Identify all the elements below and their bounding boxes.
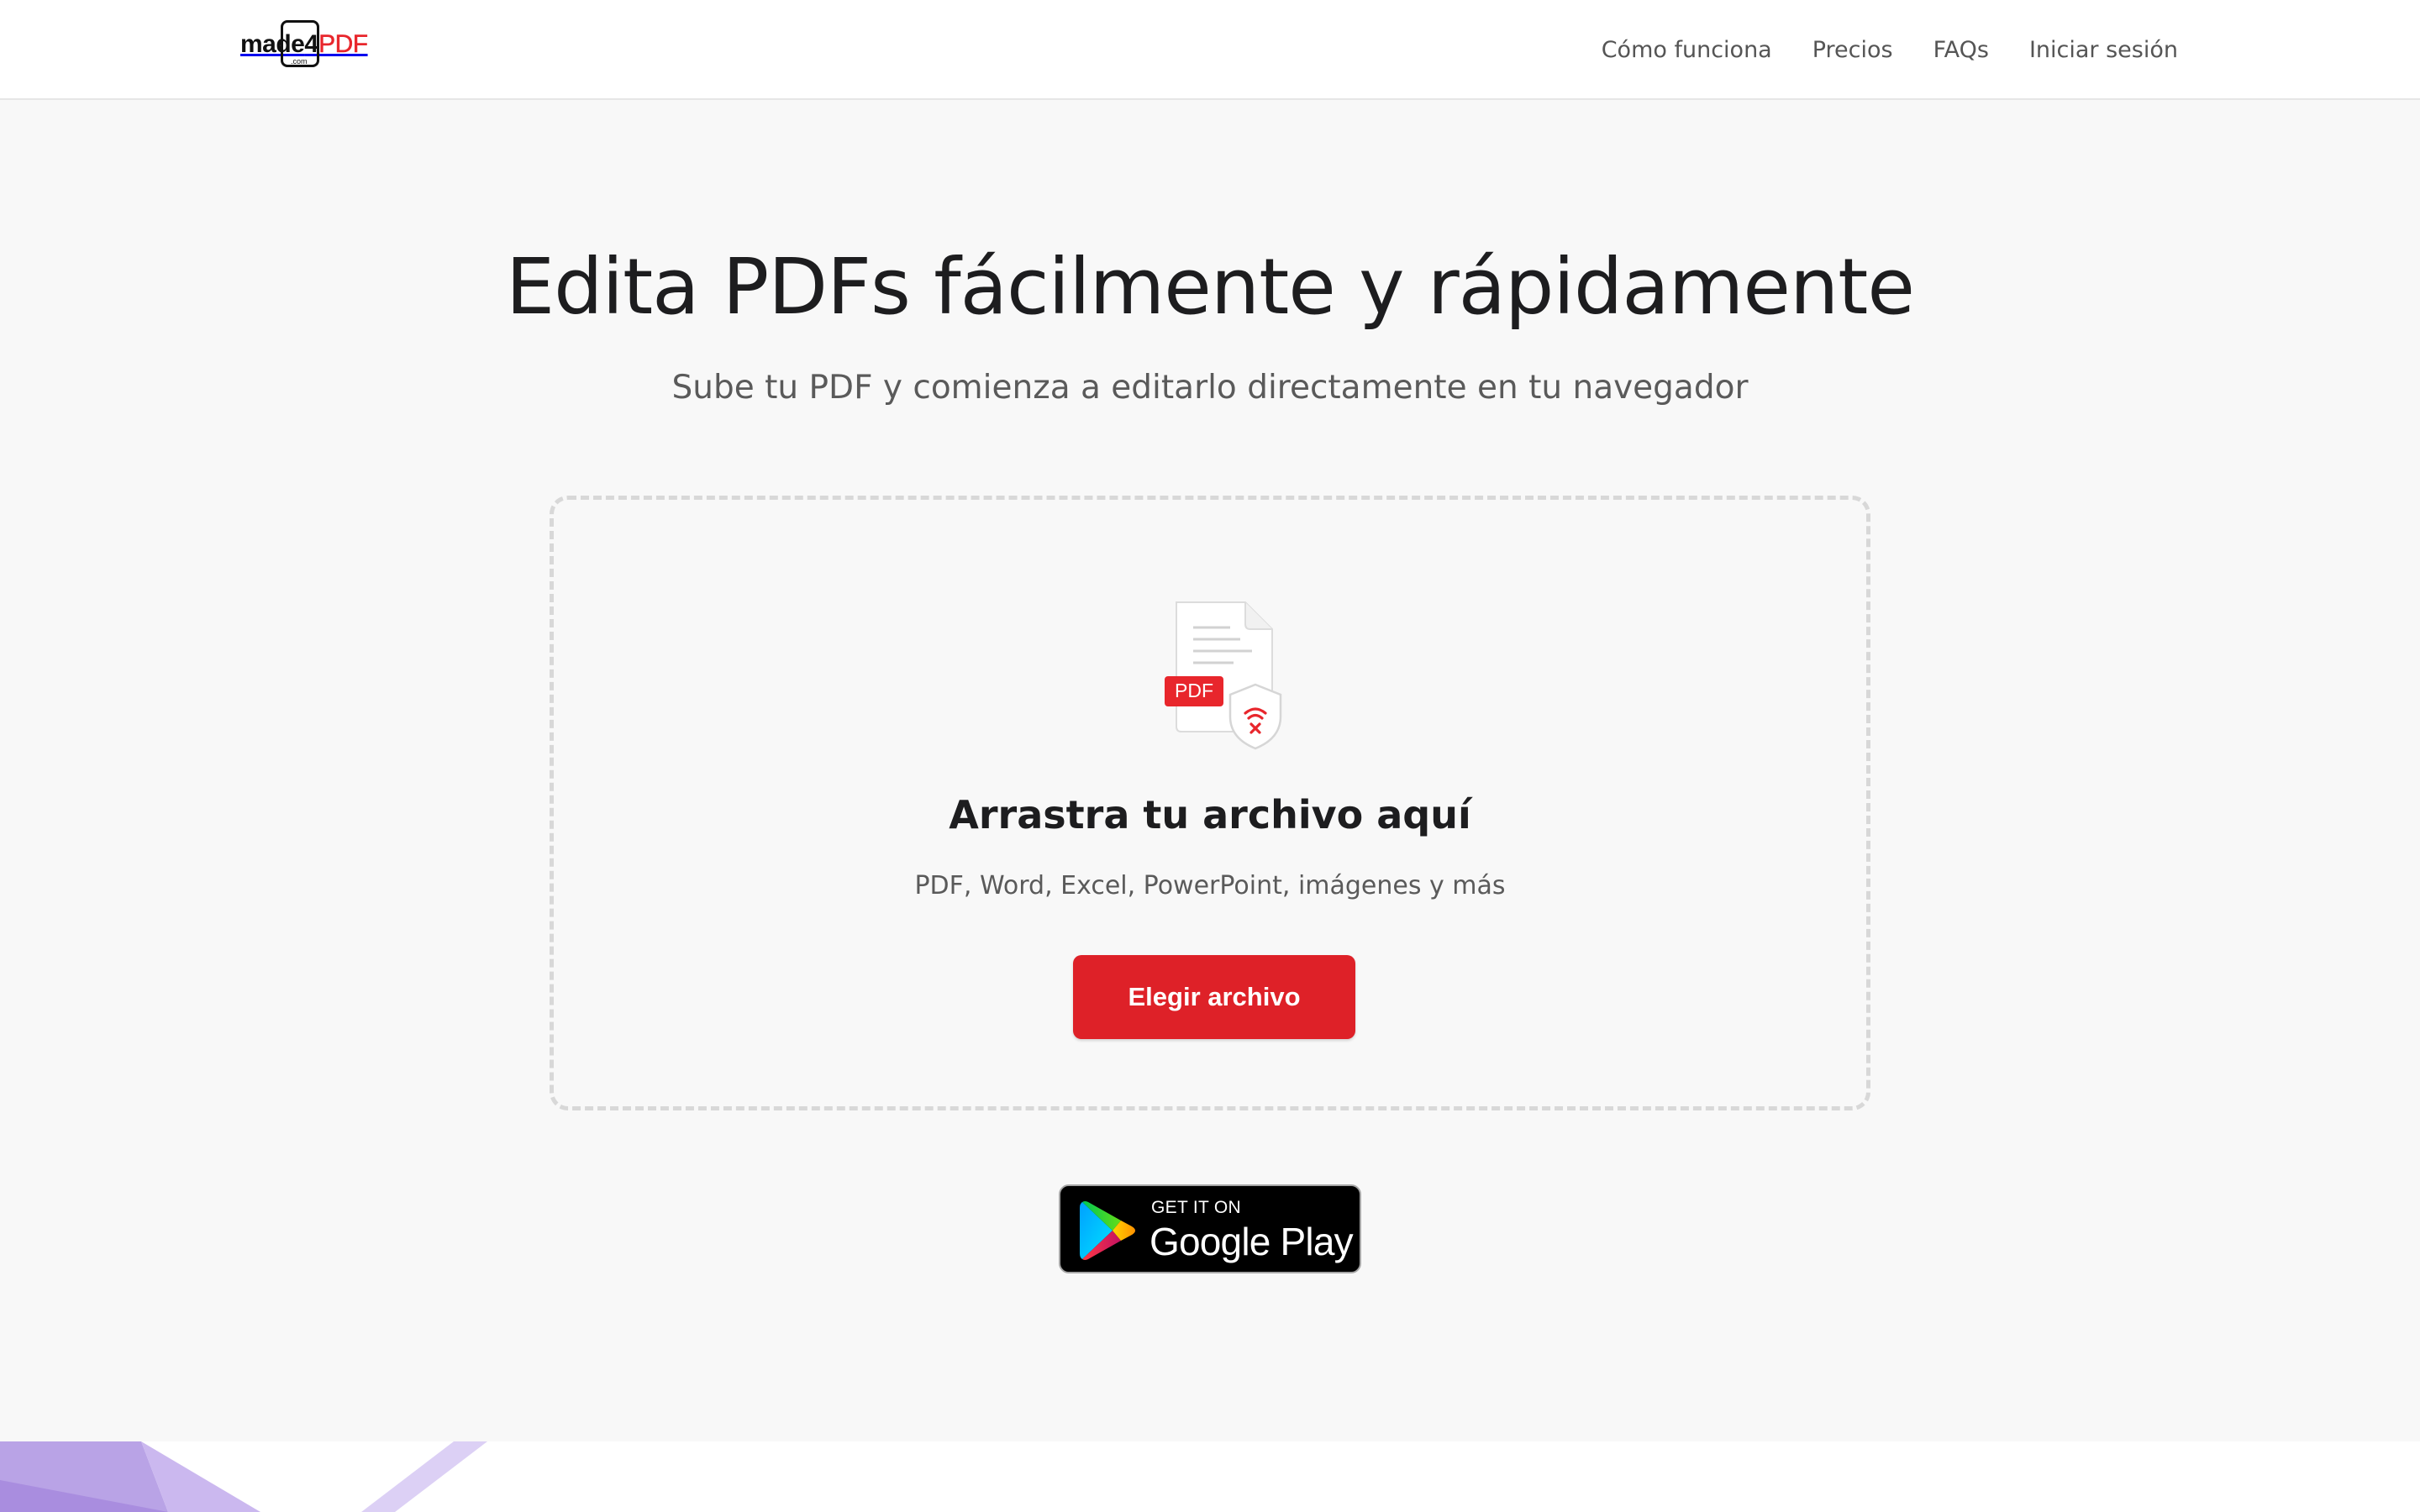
nav-link-precios[interactable]: Precios [1812,30,1893,71]
file-dropzone[interactable]: PDF Arrastra tu archivo aquí PDF, Word, … [550,496,1870,1110]
google-play-bottom-text: Google Play [1150,1220,1354,1263]
pdf-file-shield-icon: PDF [1165,601,1282,750]
google-play-badge[interactable]: GET IT ON Google Play [1059,1184,1361,1273]
supported-formats-text: PDF, Word, Excel, PowerPoint, imágenes y… [914,871,1506,900]
site-header: made 4 PDF .com Cómo funciona Precios FA… [0,0,2420,100]
nav-link-iniciar-sesion[interactable]: Iniciar sesión [2029,30,2178,71]
dropzone-title: Arrastra tu archivo aquí [949,792,1471,837]
page-subtitle: Sube tu PDF y comienza a editarlo direct… [671,369,1749,407]
page-title: Edita PDFs fácilmente y rápidamente [506,242,1915,332]
google-play-icon [1080,1201,1135,1260]
main-nav: Cómo funciona Precios FAQs Iniciar sesió… [1602,30,2178,71]
decorative-shapes [0,1441,487,1512]
logo-pdf-text: PDF [318,30,368,59]
choose-file-button[interactable]: Elegir archivo [1073,955,1355,1039]
pdf-badge-text: PDF [1175,680,1213,701]
bottom-section [0,1441,2420,1512]
logo-com-text: .com [291,57,308,66]
nav-link-como-funciona[interactable]: Cómo funciona [1602,30,1772,71]
logo[interactable]: made 4 PDF .com [240,18,368,71]
google-play-top-text: GET IT ON [1151,1198,1241,1217]
nav-link-faqs[interactable]: FAQs [1933,30,1989,71]
